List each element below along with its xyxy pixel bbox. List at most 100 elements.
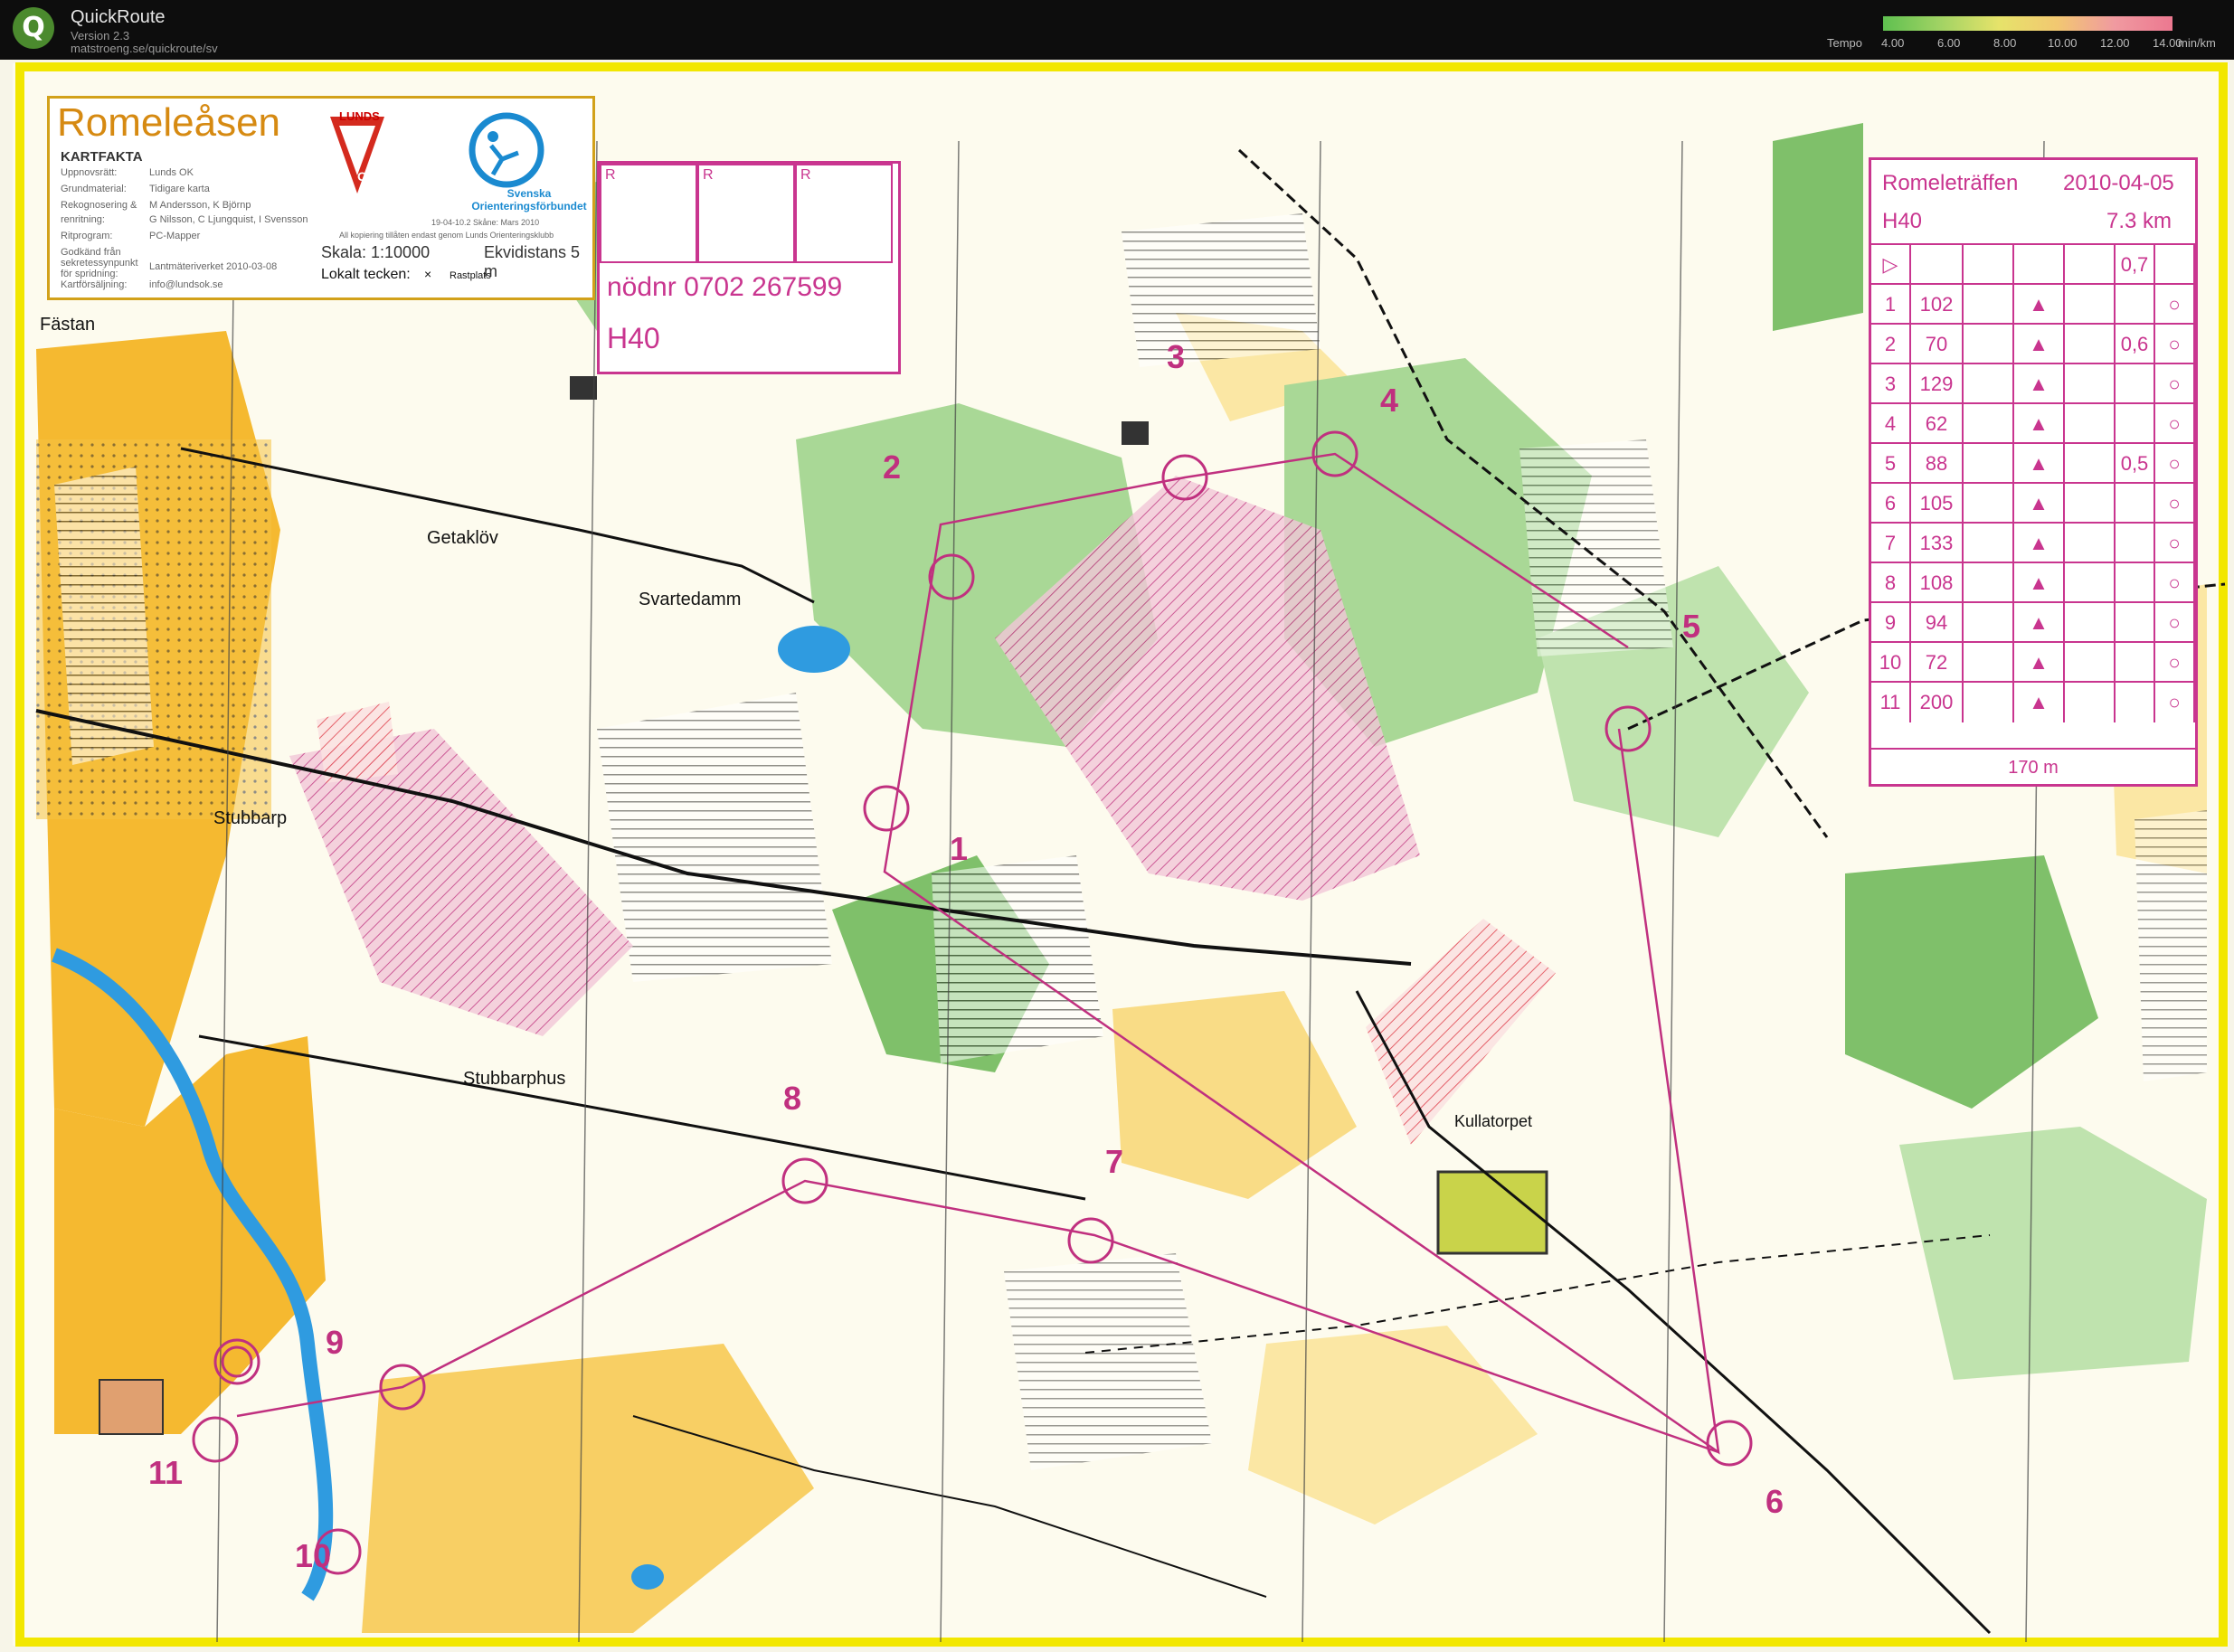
kartfakta-value: Tidigare karta — [149, 184, 210, 194]
kartfakta-value: Lunds OK — [149, 167, 194, 178]
description-row: 8 108 ▲ ○ — [1871, 562, 2195, 603]
feature-column — [1964, 364, 2014, 404]
kartfakta-value: info@lundsok.se — [149, 279, 223, 290]
control-number: 7 — [1105, 1143, 1124, 1180]
feature-symbol-icon: ▲ — [2014, 484, 2065, 524]
appearance-column — [2065, 524, 2116, 563]
description-row: 2 70 ▲ 0,6 ○ — [1871, 323, 2195, 364]
feature-column — [1964, 484, 2014, 524]
federation-name: Svenska Orienteringsförbundet — [471, 187, 587, 212]
registration-panel: R R R nödnr 0702 267599 H40 — [597, 161, 901, 374]
location-symbol-icon — [2155, 245, 2195, 285]
appearance-column — [2065, 404, 2116, 444]
description-row: 6 105 ▲ ○ — [1871, 482, 2195, 524]
appearance-column — [2065, 563, 2116, 603]
tempo-tick: 4.00 — [1881, 36, 1905, 50]
control-code: 62 — [1911, 404, 1964, 444]
course-name: H40 — [607, 322, 660, 354]
dimension-value — [2116, 364, 2155, 404]
location-symbol-icon: ○ — [2155, 524, 2195, 563]
kartfakta-label: Kartförsäljning: — [61, 279, 128, 290]
control-order: 2 — [1871, 325, 1911, 364]
description-row: 7 133 ▲ ○ — [1871, 522, 2195, 563]
control-order: 4 — [1871, 404, 1911, 444]
app-name: QuickRoute — [71, 7, 166, 27]
appearance-column — [2065, 245, 2116, 285]
feature-symbol-icon: ▲ — [2014, 404, 2065, 444]
dimension-value — [2116, 484, 2155, 524]
map-info-panel: Romeleåsen KARTFAKTA Uppnovsrätt: Lunds … — [47, 96, 595, 300]
federation-date: 19-04-10.2 Skåne: Mars 2010 — [431, 218, 540, 227]
control-number: 3 — [1167, 338, 1186, 375]
r-box: R — [795, 164, 893, 263]
location-symbol-icon: ○ — [2155, 484, 2195, 524]
appearance-column — [2065, 683, 2116, 722]
club-logo-text: LUNDS — [339, 109, 380, 123]
title-bar: Q QuickRoute Version 2.3 matstroeng.se/q… — [0, 0, 2234, 60]
kartfakta-label: Uppnovsrätt: — [61, 167, 118, 178]
r-box: R — [600, 164, 697, 263]
control-order: 10 — [1871, 643, 1911, 683]
r-box-label: R — [703, 167, 714, 183]
quickroute-logo-icon: Q — [13, 7, 54, 49]
control-code: 70 — [1911, 325, 1964, 364]
appearance-column — [2065, 484, 2116, 524]
description-row: 9 94 ▲ ○ — [1871, 601, 2195, 643]
tempo-color-bar — [1883, 16, 2172, 31]
control-number: 9 — [326, 1324, 345, 1361]
feature-column — [1964, 285, 2014, 325]
control-code: 105 — [1911, 484, 1964, 524]
feature-column — [1964, 563, 2014, 603]
dimension-value — [2116, 285, 2155, 325]
dimension-value — [2116, 563, 2155, 603]
tempo-tick: 8.00 — [1993, 36, 2017, 50]
dimension-value: 0,6 — [2116, 325, 2155, 364]
location-symbol-icon: ○ — [2155, 444, 2195, 484]
description-row: 10 72 ▲ ○ — [1871, 641, 2195, 683]
feature-column — [1964, 245, 2014, 285]
app-version: Version 2.3 — [71, 29, 130, 42]
feature-column — [1964, 603, 2014, 643]
control-code — [1911, 245, 1964, 285]
dimension-value — [2116, 603, 2155, 643]
emergency-number: nödnr 0702 267599 — [607, 272, 843, 302]
kartfakta-label: Grundmaterial: — [61, 184, 127, 194]
place-name: Getaklöv — [427, 528, 498, 548]
feature-symbol-icon: ▲ — [2014, 563, 2065, 603]
dimension-value — [2116, 404, 2155, 444]
description-row: 11 200 ▲ ○ — [1871, 681, 2195, 722]
feature-column — [1964, 524, 2014, 563]
location-symbol-icon: ○ — [2155, 404, 2195, 444]
orienteering-map[interactable]: Romeleåsen KARTFAKTA Uppnovsrätt: Lunds … — [0, 60, 2234, 1652]
control-description-sheet: Romeleträffen 2010-04-05 H40 7.3 km ▷ 0,7… — [1869, 157, 2198, 787]
tempo-tick: 12.00 — [2100, 36, 2130, 50]
control-code: 102 — [1911, 285, 1964, 325]
description-start-row: ▷ 0,7 — [1871, 243, 2195, 285]
feature-column — [1964, 683, 2014, 722]
course-class: H40 — [1882, 209, 1923, 233]
app-url[interactable]: matstroeng.se/quickroute/sv — [71, 42, 218, 55]
description-row: 5 88 ▲ 0,5 ○ — [1871, 442, 2195, 484]
kartfakta-value: M Andersson, K Björnp — [149, 200, 251, 211]
feature-column — [1964, 404, 2014, 444]
tempo-tick: 10.00 — [2048, 36, 2078, 50]
orienteering-federation-logo-icon — [469, 112, 544, 188]
feature-column — [1964, 643, 2014, 683]
kartfakta-label: renritning: — [61, 214, 105, 225]
r-box-label: R — [800, 167, 811, 183]
kartfakta-label: Godkänd från sekretessynpunkt för spridn… — [61, 247, 138, 279]
location-symbol-icon: ○ — [2155, 364, 2195, 404]
control-number: 10 — [295, 1537, 332, 1574]
control-order: 7 — [1871, 524, 1911, 563]
control-order: 5 — [1871, 444, 1911, 484]
feature-symbol-icon: ▲ — [2014, 683, 2065, 722]
feature-symbol-icon: ▲ — [2014, 643, 2065, 683]
feature-symbol-icon: ▲ — [2014, 524, 2065, 563]
control-code: 129 — [1911, 364, 1964, 404]
location-symbol-icon: ○ — [2155, 603, 2195, 643]
kartfakta-heading: KARTFAKTA — [61, 149, 143, 165]
control-order: 11 — [1871, 683, 1911, 722]
control-order: 1 — [1871, 285, 1911, 325]
place-name: Svartedamm — [639, 590, 742, 609]
copyright-note: All kopiering tillåten endast genom Lund… — [339, 231, 554, 240]
